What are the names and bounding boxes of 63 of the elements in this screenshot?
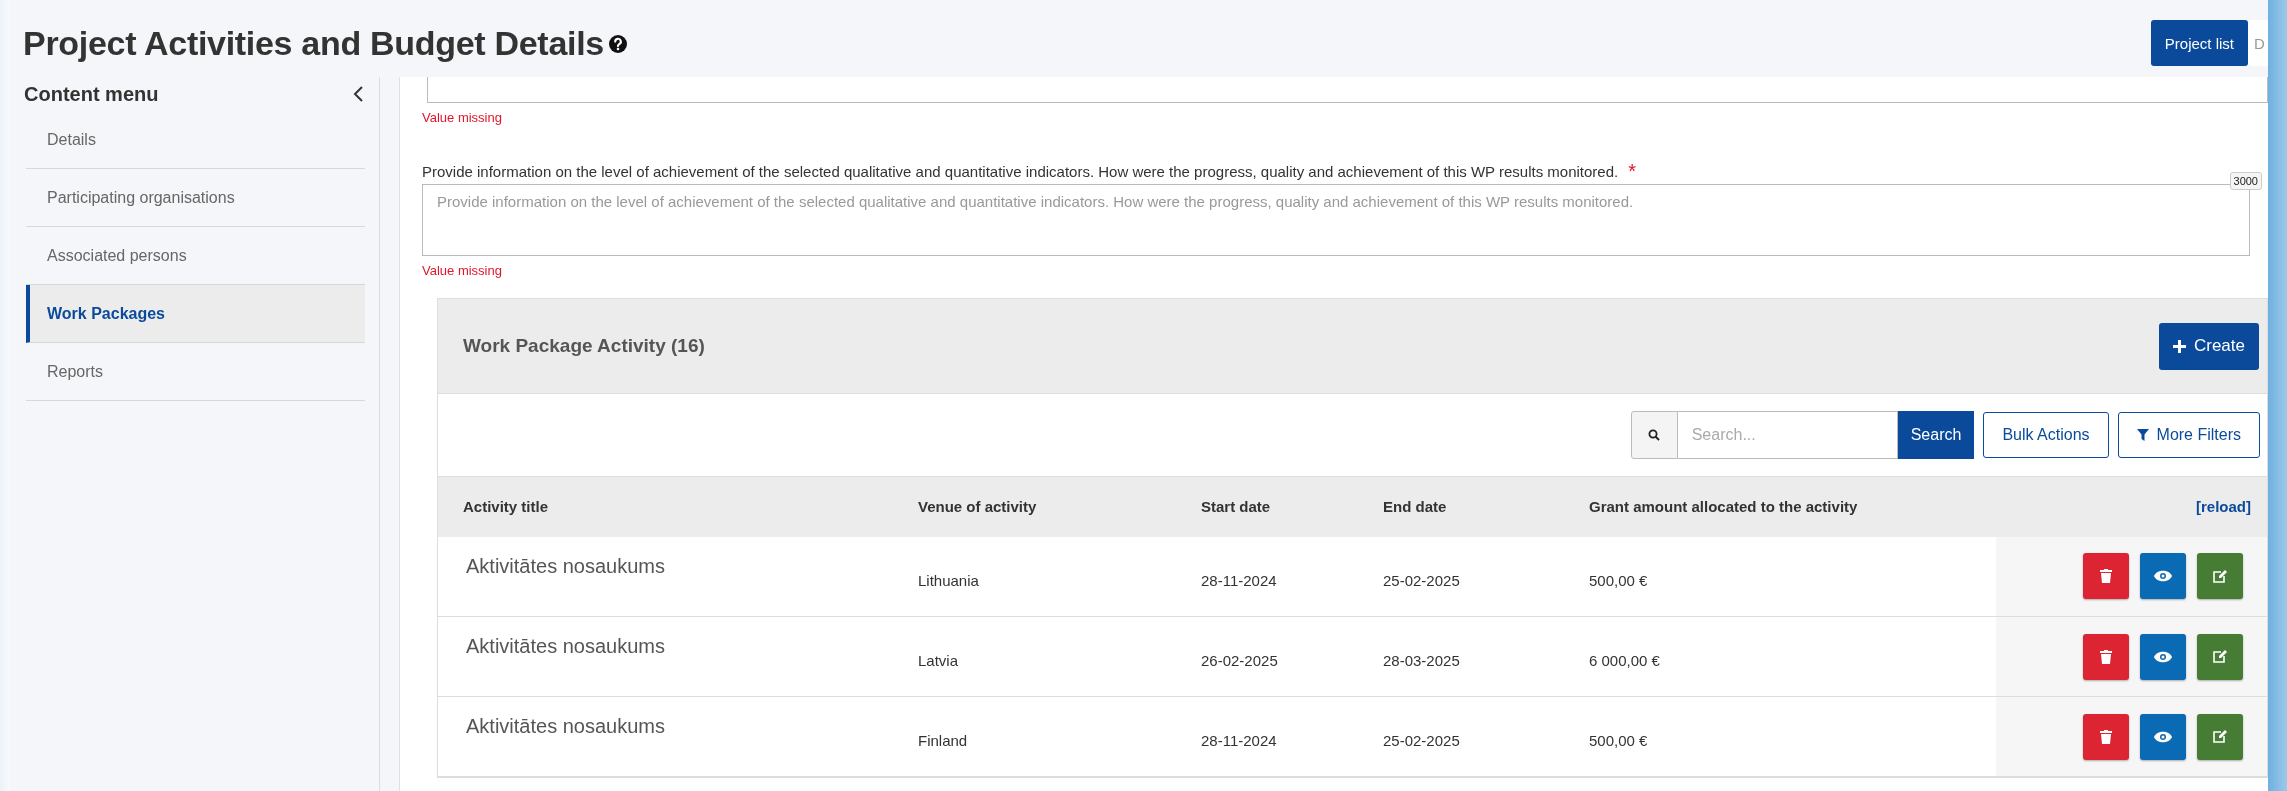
trash-icon (2100, 569, 2112, 584)
error-message: Value missing (422, 263, 503, 278)
table-cell: Aktivitātes nosaukums (438, 696, 893, 777)
menu-item[interactable]: Details (26, 111, 365, 169)
menu-title: Content menu (24, 82, 159, 106)
delete-button[interactable] (2083, 713, 2129, 760)
plus-icon (2172, 339, 2186, 353)
view-button[interactable] (2140, 553, 2186, 600)
column-header: Activity title (438, 476, 893, 537)
filter-icon (2136, 429, 2149, 441)
search-button[interactable]: Search (1897, 411, 1975, 459)
search-icon (1648, 429, 1661, 441)
reload-link[interactable]: [reload] (2196, 498, 2251, 516)
required-marker: * (1628, 163, 1636, 179)
column-header: Start date (1176, 476, 1358, 537)
column-header: Venue of activity (893, 476, 1176, 537)
eye-icon (2154, 650, 2172, 663)
menu-item[interactable]: Reports (26, 343, 365, 401)
create-button[interactable]: Create (2158, 322, 2259, 370)
table-cell: 26-02-2025 (1176, 616, 1358, 697)
eye-icon (2154, 730, 2172, 743)
field-label: Provide information on the level of achievement of the selected qualitative and quantitative indicators. How were the progress, quality and achievement of this WP results monitored. (422, 163, 1619, 180)
bulk-actions-button[interactable]: Bulk Actions (1983, 412, 2109, 458)
table-cell: Lithuania (893, 536, 1176, 617)
panel-title: Work Package Activity (16) (463, 335, 705, 357)
edit-icon (2213, 730, 2227, 743)
table-cell: Aktivitātes nosaukums (438, 536, 893, 617)
view-button[interactable] (2140, 713, 2186, 760)
table-cell: 28-11-2024 (1176, 696, 1358, 777)
table-cell: 25-02-2025 (1358, 536, 1564, 617)
table-cell: 6 000,00 € (1564, 616, 1997, 697)
table-cell: 28-11-2024 (1176, 536, 1358, 617)
eye-icon (2154, 570, 2172, 583)
table-cell: Latvia (893, 616, 1176, 697)
delete-button[interactable] (2083, 553, 2129, 600)
more-filters-button[interactable]: More Filters (2117, 412, 2260, 458)
edit-icon (2213, 650, 2227, 663)
table-cell: 28-03-2025 (1358, 616, 1564, 697)
search-field[interactable]: Search... (1677, 411, 1898, 459)
edit-icon (2213, 569, 2227, 583)
text-area[interactable]: Provide information on the level of achievement of the selected qualitative and quantitative indicators. How were the progress, quality and achievement of this WP results monitored. (422, 184, 2250, 256)
column-header: End date (1358, 476, 1564, 537)
table-cell: Finland (893, 696, 1176, 777)
trash-icon (2100, 729, 2112, 744)
error-message: Value missing (422, 110, 503, 125)
menu-item[interactable]: Work Packages (26, 285, 365, 343)
nav-button[interactable]: Project list (2150, 20, 2248, 66)
view-button[interactable] (2140, 633, 2186, 680)
delete-button[interactable] (2083, 633, 2129, 680)
table-cell: 500,00 € (1564, 536, 1997, 617)
table-cell: 25-02-2025 (1358, 696, 1564, 777)
trash-icon (2100, 649, 2112, 664)
help-icon (607, 33, 628, 54)
character-counter: 3000 (2229, 172, 2262, 190)
edit-button[interactable] (2197, 553, 2243, 600)
table-cell: 500,00 € (1564, 696, 1997, 777)
menu-item[interactable]: Participating organisations (26, 169, 365, 227)
collapse-icon (353, 85, 365, 103)
edit-button[interactable] (2197, 713, 2243, 760)
column-header: Grant amount allocated to the activity (1564, 476, 1997, 537)
page-title: Project Activities and Budget Details (23, 24, 604, 63)
table-cell: Aktivitātes nosaukums (438, 616, 893, 697)
edit-button[interactable] (2197, 633, 2243, 680)
